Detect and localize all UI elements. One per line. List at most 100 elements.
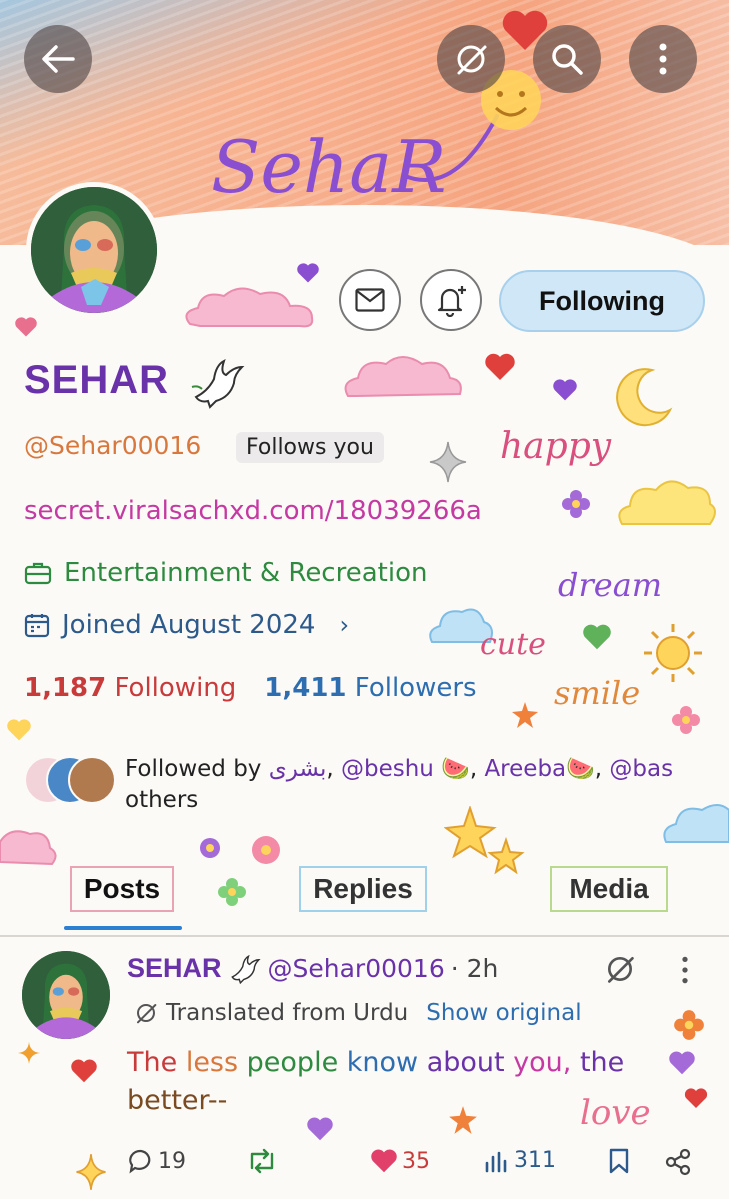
share-button[interactable]: [664, 1148, 692, 1176]
divider: [0, 935, 729, 937]
active-tab-indicator: [64, 926, 182, 930]
post-word: you,: [513, 1047, 580, 1078]
joined-text: Joined August 2024: [62, 610, 316, 640]
followed-by-user: Areeba🍉: [484, 756, 595, 782]
more-vertical-icon[interactable]: [680, 955, 690, 985]
heart-icon: [669, 1051, 695, 1075]
search-button[interactable]: [533, 25, 601, 93]
heart-icon: [15, 317, 37, 337]
post-word: better--: [127, 1085, 228, 1116]
cloud-doodle: [663, 804, 729, 843]
avatar: [68, 756, 116, 804]
grok-icon: [137, 1004, 157, 1024]
display-name: SEHAR: [24, 358, 170, 402]
message-button[interactable]: [339, 269, 401, 331]
post-word: The: [127, 1047, 186, 1078]
bookmark-button[interactable]: [608, 1148, 630, 1174]
translation-note: Translated from Urdu Show original: [134, 1000, 582, 1026]
stars-doodle: [444, 806, 525, 875]
heart-icon: [307, 1117, 333, 1141]
heart-icon: [583, 624, 611, 650]
followed-by-prefix: Followed by: [125, 756, 269, 782]
cute-doodle: cute: [480, 627, 546, 662]
heart-icon: [485, 353, 515, 380]
cute-doodle-text: cute: [480, 627, 546, 662]
profile-joined[interactable]: Joined August 2024 ›: [24, 610, 349, 640]
post-timestamp: · 2h: [450, 954, 499, 983]
tab-media[interactable]: Media: [550, 866, 668, 912]
notifications-button[interactable]: [420, 269, 482, 331]
followers-label: Followers: [354, 673, 477, 703]
category-text: Entertainment & Recreation: [64, 558, 428, 588]
reply-count: 19: [158, 1148, 186, 1174]
followers-stat[interactable]: 1,411 Followers: [264, 673, 476, 703]
separator: ,: [326, 756, 341, 782]
tab-posts[interactable]: Posts: [70, 866, 174, 912]
profile-handle: @Sehar00016: [24, 431, 202, 460]
flower-icon: [672, 706, 700, 734]
grok-icon[interactable]: [604, 953, 636, 985]
sparkle-icon: [17, 1041, 41, 1065]
back-button[interactable]: [24, 25, 92, 93]
reply-icon: [129, 1149, 151, 1174]
translated-label: Translated from Urdu: [166, 1000, 409, 1026]
calendar-icon: [24, 614, 50, 638]
bookmark-icon: [609, 1148, 629, 1174]
following-button[interactable]: Following: [499, 270, 705, 332]
followed-by-avatars: [24, 756, 116, 806]
share-icon: [665, 1148, 691, 1176]
post-word: know: [346, 1047, 427, 1078]
repost-button[interactable]: [246, 1148, 278, 1174]
flower-icon: [562, 490, 590, 518]
view-count: 311: [514, 1148, 556, 1173]
happy-doodle-text: happy: [500, 426, 612, 467]
separator: ,: [594, 756, 610, 782]
heart-icon: [553, 379, 577, 401]
views-button[interactable]: 311: [484, 1148, 556, 1173]
happy-doodle: happy: [500, 426, 612, 467]
like-button[interactable]: 35: [370, 1148, 430, 1174]
love-doodle: love: [580, 1088, 708, 1133]
separator: ,: [469, 756, 485, 782]
grok-icon: [457, 45, 487, 75]
reply-button[interactable]: 19: [128, 1148, 186, 1174]
profile-avatar[interactable]: [26, 182, 162, 318]
tab-replies[interactable]: Replies: [299, 866, 427, 912]
profile-category: Entertainment & Recreation: [24, 558, 427, 588]
followed-by-user: @bas: [609, 756, 674, 782]
post-header: SEHAR @Sehar00016 · 2h: [127, 953, 498, 984]
followed-by-user: @beshu 🍉: [340, 756, 470, 782]
like-count: 35: [402, 1148, 430, 1174]
star-icon: [512, 702, 538, 728]
post-word: less: [185, 1047, 247, 1078]
following-label: Following: [114, 673, 237, 703]
flowers-doodle: [200, 836, 280, 864]
sparkle-icon: [429, 441, 467, 483]
followed-by-user: بشری: [268, 756, 327, 782]
profile-stats: 1,187 Following 1,411 Followers: [24, 673, 477, 703]
cloud-doodle: [344, 356, 462, 397]
dove-icon: [230, 954, 261, 984]
more-vertical-icon: [659, 43, 667, 75]
profile-website-link[interactable]: secret.viralsachxd.com/18039266a: [24, 496, 482, 526]
smile-doodle-text: smile: [554, 674, 640, 712]
dream-doodle-text: dream: [558, 566, 662, 604]
dream-doodle: dream: [558, 566, 662, 604]
cloud-doodle: [185, 287, 314, 328]
arrow-left-icon: [42, 45, 75, 73]
bell-plus-icon: [437, 286, 466, 317]
follows-you-badge: Follows you: [236, 432, 384, 463]
star-icon: [449, 1106, 477, 1134]
search-icon: [552, 44, 583, 75]
following-stat[interactable]: 1,187 Following: [24, 673, 236, 703]
post-avatar[interactable]: [22, 951, 110, 1039]
post-author-handle[interactable]: @Sehar00016: [268, 954, 445, 983]
smile-doodle: smile: [554, 674, 640, 712]
more-options-button[interactable]: [629, 25, 697, 93]
repost-icon: [250, 1148, 274, 1174]
flower-icon: [674, 1010, 704, 1040]
grok-button[interactable]: [437, 25, 505, 93]
show-original-link[interactable]: Show original: [426, 1000, 581, 1026]
post-author-name[interactable]: SEHAR: [127, 953, 222, 984]
avatar-illustration: [31, 187, 157, 313]
